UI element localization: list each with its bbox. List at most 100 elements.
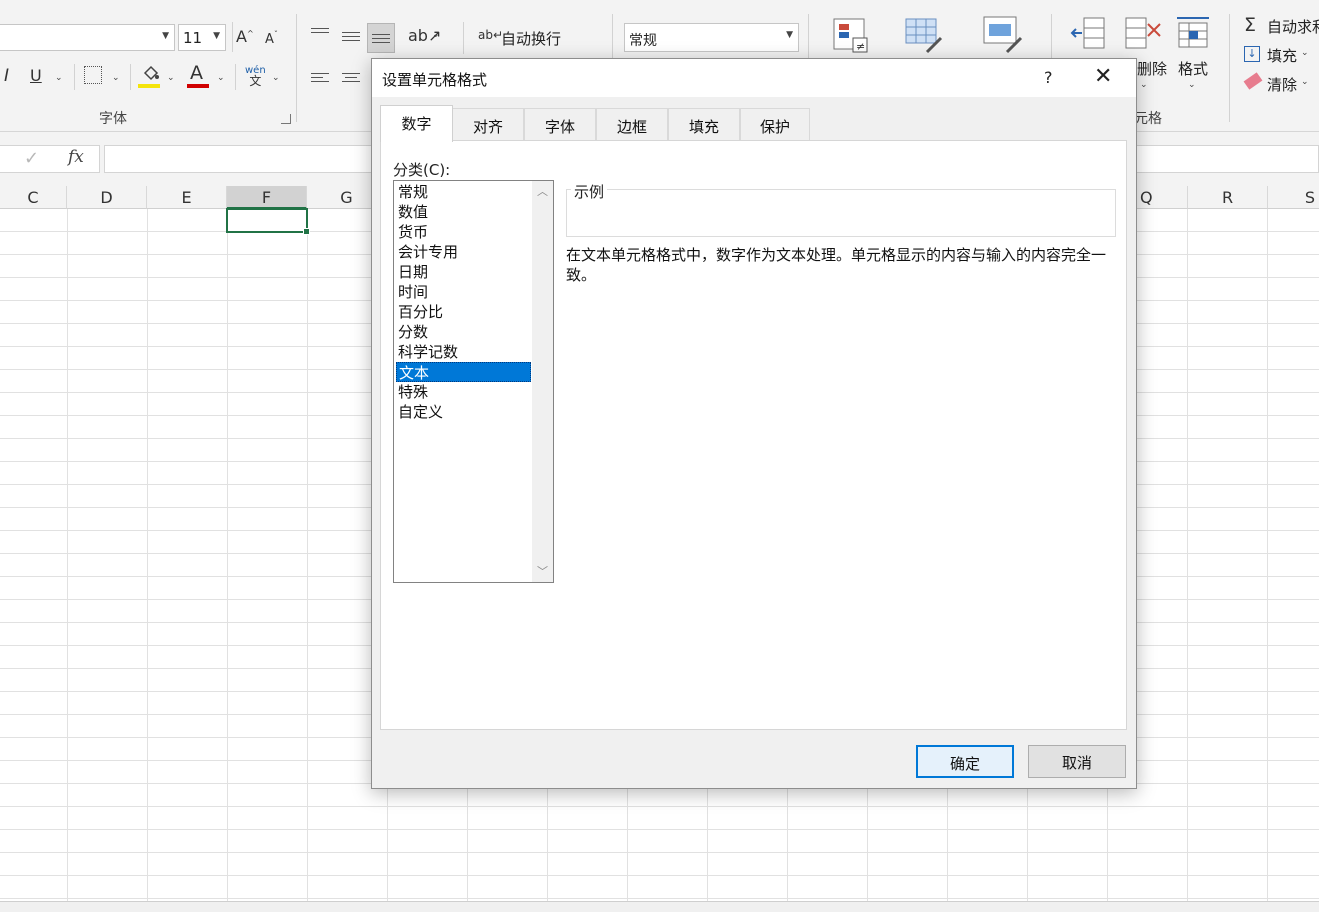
list-item[interactable]: 科学记数 (396, 342, 531, 362)
active-cell-f[interactable] (226, 208, 310, 235)
chevron-down-icon[interactable]: ⌄ (432, 30, 440, 40)
font-group-label: 字体 (99, 111, 127, 127)
list-item-selected[interactable]: 文本 (396, 362, 531, 382)
list-item[interactable]: 常规 (396, 182, 531, 202)
autosum-button[interactable]: 自动求和 (1267, 16, 1319, 37)
align-left-icon[interactable] (311, 70, 329, 85)
align-center-icon[interactable] (342, 70, 360, 85)
column-header-s[interactable]: S (1268, 186, 1319, 209)
increase-font-icon: A (236, 27, 247, 46)
chevron-down-icon[interactable]: ⌄ (1301, 77, 1309, 87)
list-item[interactable]: 特殊 (396, 382, 531, 402)
top-align-icon[interactable] (311, 25, 329, 36)
status-bar (0, 901, 1319, 912)
font-color-swatch (187, 84, 209, 88)
font-dialog-launcher-icon[interactable] (281, 114, 291, 124)
phonetic-char: 文 (249, 74, 262, 88)
format-as-table-icon[interactable] (905, 18, 943, 54)
close-icon[interactable]: ✕ (1094, 64, 1112, 89)
tab-font[interactable]: 字体 (524, 108, 596, 141)
autosum-icon[interactable]: Σ (1244, 14, 1256, 36)
category-scrollbar[interactable]: ︿ ﹀ (532, 181, 553, 582)
chevron-down-icon[interactable]: ⌄ (1140, 80, 1148, 90)
cancel-button[interactable]: 取消 (1028, 745, 1126, 778)
chevron-down-icon[interactable]: ⌄ (55, 73, 63, 83)
column-header-r[interactable]: R (1188, 186, 1268, 209)
column-header-c[interactable]: C (0, 186, 67, 209)
format-cells-icon[interactable] (1175, 14, 1209, 48)
dialog-titlebar[interactable]: 设置单元格格式 ? ✕ (372, 59, 1136, 97)
separator (74, 64, 75, 90)
chevron-down-icon[interactable]: ▼ (786, 30, 793, 40)
column-header-d[interactable]: D (67, 186, 147, 209)
tab-border[interactable]: 边框 (596, 108, 668, 141)
fill-button[interactable]: 填充 (1267, 45, 1297, 66)
italic-button[interactable]: I (4, 66, 9, 86)
separator (235, 64, 236, 90)
format-cells-dialog: 设置单元格格式 ? ✕ 数字 对齐 字体 边框 填充 保护 分类(C): 常规 … (371, 58, 1137, 789)
chevron-down-icon[interactable]: ⌄ (272, 73, 280, 83)
ok-button[interactable]: 确定 (916, 745, 1014, 778)
list-item[interactable]: 日期 (396, 262, 531, 282)
borders-icon[interactable] (84, 66, 102, 84)
delete-cells-icon[interactable] (1124, 16, 1161, 50)
list-item[interactable]: 分数 (396, 322, 531, 342)
tab-protection[interactable]: 保护 (740, 108, 810, 141)
dialog-title: 设置单元格格式 (382, 71, 488, 89)
list-item[interactable]: 会计专用 (396, 242, 531, 262)
font-color-button[interactable]: A (190, 62, 203, 84)
fill-color-swatch (138, 84, 160, 88)
number-format-value: 常规 (629, 33, 657, 49)
phonetic-guide-button[interactable]: wén 文 (245, 66, 266, 88)
conditional-formatting-icon[interactable]: ≠ (833, 18, 868, 53)
list-item[interactable]: 时间 (396, 282, 531, 302)
chevron-down-icon[interactable]: ⌄ (1301, 48, 1309, 58)
font-size-value: 11 (183, 29, 203, 47)
underline-button[interactable]: U (30, 66, 42, 85)
column-header-e[interactable]: E (147, 186, 227, 209)
chevron-down-icon[interactable]: ⌄ (217, 73, 225, 83)
decrease-font-icon: A (265, 32, 274, 47)
format-label[interactable]: 格式 (1178, 58, 1208, 79)
wrap-text-button[interactable]: 自动换行 (501, 28, 561, 49)
separator (1229, 14, 1230, 122)
list-item[interactable]: 百分比 (396, 302, 531, 322)
list-item[interactable]: 自定义 (396, 402, 531, 422)
increase-font-size-button[interactable]: A^ (236, 27, 254, 46)
category-listbox[interactable]: 常规 数值 货币 会计专用 日期 时间 百分比 分数 科学记数 文本 特殊 自定… (393, 180, 554, 583)
font-name-combobox[interactable]: ▼ (0, 24, 175, 51)
chevron-down-icon[interactable]: ▼ (162, 31, 169, 41)
insert-function-icon[interactable]: fx (68, 147, 84, 167)
tab-alignment[interactable]: 对齐 (452, 108, 524, 141)
insert-cells-icon[interactable] (1070, 16, 1105, 50)
column-header-f[interactable]: F (227, 186, 307, 209)
formula-bar-buttons (0, 145, 100, 173)
wrap-text-icon[interactable]: ab↵ (478, 28, 503, 42)
fill-down-icon[interactable]: ↓ (1244, 46, 1260, 62)
list-item[interactable]: 货币 (396, 222, 531, 242)
separator (296, 14, 297, 122)
clear-button[interactable]: 清除 (1267, 74, 1297, 95)
category-label: 分类(C): (393, 161, 451, 179)
tab-fill[interactable]: 填充 (668, 108, 740, 141)
scroll-up-icon[interactable]: ︿ (537, 183, 548, 199)
sample-label: 示例 (571, 181, 608, 202)
cell-styles-icon[interactable] (983, 16, 1023, 54)
chevron-down-icon[interactable]: ⌄ (1188, 80, 1196, 90)
scroll-down-icon[interactable]: ﹀ (537, 563, 548, 579)
tab-number[interactable]: 数字 (380, 105, 453, 142)
chevron-down-icon[interactable]: ▼ (213, 31, 220, 41)
list-item[interactable]: 数值 (396, 202, 531, 222)
eraser-icon[interactable] (1243, 72, 1263, 90)
number-format-combobox[interactable]: 常规 ▼ (624, 23, 799, 52)
svg-text:≠: ≠ (856, 40, 865, 53)
chevron-down-icon[interactable]: ⌄ (112, 73, 120, 83)
help-icon[interactable]: ? (1044, 68, 1053, 87)
delete-label[interactable]: 删除 (1137, 58, 1167, 79)
bottom-align-button[interactable] (367, 23, 395, 53)
middle-align-icon[interactable] (342, 29, 360, 44)
check-icon[interactable]: ✓ (24, 148, 39, 169)
decrease-font-size-button[interactable]: Aˇ (265, 29, 278, 47)
font-size-combobox[interactable]: 11 ▼ (178, 24, 226, 51)
chevron-down-icon[interactable]: ⌄ (167, 73, 175, 83)
